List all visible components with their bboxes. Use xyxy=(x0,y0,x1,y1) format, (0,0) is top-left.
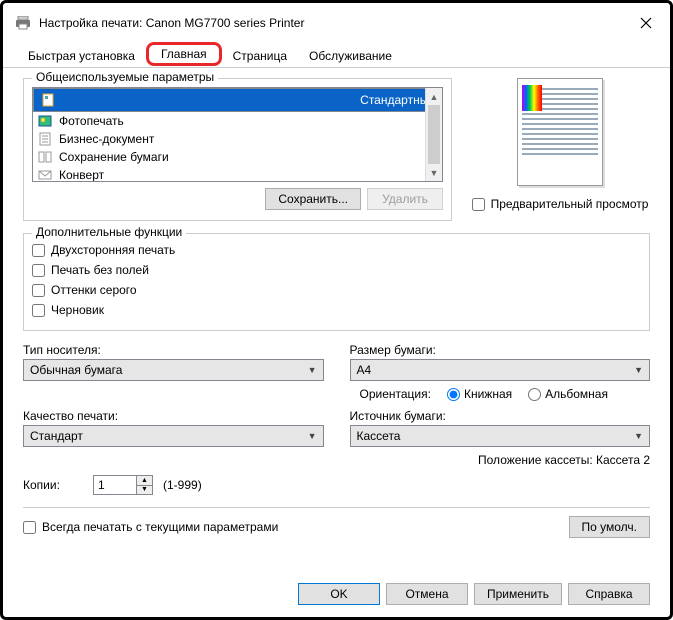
document-icon xyxy=(40,92,56,108)
tab-page[interactable]: Страница xyxy=(222,44,298,68)
cancel-button[interactable]: Отмена xyxy=(386,583,468,605)
media-type-label: Тип носителя: xyxy=(23,343,324,357)
envelope-icon xyxy=(37,167,53,182)
chevron-down-icon: ▼ xyxy=(308,431,317,441)
apply-button[interactable]: Применить xyxy=(474,583,562,605)
profiles-listbox[interactable]: Стандартные Фотопечать Бизнес-документ xyxy=(32,87,443,182)
grayscale-checkbox[interactable] xyxy=(32,284,45,297)
copies-label: Копии: xyxy=(23,478,83,492)
copies-spinner[interactable]: ▲ ▼ xyxy=(93,475,153,495)
paper-preview xyxy=(517,78,603,186)
delete-profile-button[interactable]: Удалить xyxy=(367,188,443,210)
copies-input[interactable] xyxy=(94,476,136,494)
orientation-portrait[interactable]: Книжная xyxy=(447,387,512,401)
tab-strip: Быстрая установка Главная Страница Обслу… xyxy=(3,43,670,68)
profile-item-paper-save[interactable]: Сохранение бумаги xyxy=(33,148,442,166)
scroll-thumb[interactable] xyxy=(428,105,440,164)
spin-down-icon[interactable]: ▼ xyxy=(137,486,152,495)
tab-content: Общеиспользуемые параметры Стандартные Ф… xyxy=(3,68,670,552)
defaults-button[interactable]: По умолч. xyxy=(569,516,650,538)
duplex-row[interactable]: Двухсторонняя печать xyxy=(32,240,641,260)
profiles-legend: Общеиспользуемые параметры xyxy=(32,70,218,84)
pages-icon xyxy=(37,149,53,165)
tab-quick-setup[interactable]: Быстрая установка xyxy=(17,44,146,68)
preview-checkbox-row[interactable]: Предварительный просмотр xyxy=(472,194,649,214)
dialog-footer: OK Отмена Применить Справка xyxy=(298,583,650,605)
duplex-checkbox[interactable] xyxy=(32,244,45,257)
help-button[interactable]: Справка xyxy=(568,583,650,605)
cassette-position-note: Положение кассеты: Кассета 2 xyxy=(350,453,651,467)
paper-source-select[interactable]: Кассета ▼ xyxy=(350,425,651,447)
close-icon xyxy=(640,17,652,29)
printer-icon xyxy=(15,16,31,30)
paper-size-select[interactable]: A4 ▼ xyxy=(350,359,651,381)
listbox-scrollbar[interactable]: ▲ ▼ xyxy=(425,88,442,181)
preview-column: Предварительный просмотр xyxy=(470,78,650,214)
additional-functions-legend: Дополнительные функции xyxy=(32,225,186,239)
profile-item-envelope[interactable]: Конверт xyxy=(33,166,442,182)
draft-checkbox[interactable] xyxy=(32,304,45,317)
chevron-down-icon: ▼ xyxy=(634,365,643,375)
scroll-down-icon[interactable]: ▼ xyxy=(426,164,442,181)
additional-functions-group: Дополнительные функции Двухсторонняя печ… xyxy=(23,233,650,331)
spin-up-icon[interactable]: ▲ xyxy=(137,476,152,486)
photo-icon xyxy=(37,113,53,129)
borderless-row[interactable]: Печать без полей xyxy=(32,260,641,280)
chevron-down-icon: ▼ xyxy=(308,365,317,375)
title-bar: Настройка печати: Canon MG7700 series Pr… xyxy=(3,3,670,43)
window-title: Настройка печати: Canon MG7700 series Pr… xyxy=(39,16,634,30)
print-quality-label: Качество печати: xyxy=(23,409,324,423)
scroll-up-icon[interactable]: ▲ xyxy=(426,88,442,105)
paper-source-label: Источник бумаги: xyxy=(350,409,651,423)
tab-main[interactable]: Главная xyxy=(146,42,222,66)
draft-row[interactable]: Черновик xyxy=(32,300,641,320)
always-print-checkbox[interactable] xyxy=(23,521,36,534)
orientation-label: Ориентация: xyxy=(360,387,431,401)
print-quality-select[interactable]: Стандарт ▼ xyxy=(23,425,324,447)
borderless-checkbox[interactable] xyxy=(32,264,45,277)
profile-item-business[interactable]: Бизнес-документ xyxy=(33,130,442,148)
profiles-group: Общеиспользуемые параметры Стандартные Ф… xyxy=(23,78,452,221)
separator xyxy=(23,507,650,508)
orientation-landscape[interactable]: Альбомная xyxy=(528,387,608,401)
dialog-window: Настройка печати: Canon MG7700 series Pr… xyxy=(0,0,673,620)
always-print-row[interactable]: Всегда печатать с текущими параметрами xyxy=(23,517,278,537)
close-button[interactable] xyxy=(634,11,658,35)
tab-service[interactable]: Обслуживание xyxy=(298,44,403,68)
copies-range: (1-999) xyxy=(163,478,202,492)
document-lines-icon xyxy=(37,131,53,147)
grayscale-row[interactable]: Оттенки серого xyxy=(32,280,641,300)
ok-button[interactable]: OK xyxy=(298,583,380,605)
preview-checkbox-label: Предварительный просмотр xyxy=(491,197,649,211)
color-block-icon xyxy=(522,85,542,111)
chevron-down-icon: ▼ xyxy=(634,431,643,441)
profile-item-standard[interactable]: Стандартные xyxy=(33,88,442,112)
preview-checkbox[interactable] xyxy=(472,198,485,211)
paper-size-label: Размер бумаги: xyxy=(350,343,651,357)
media-type-select[interactable]: Обычная бумага ▼ xyxy=(23,359,324,381)
save-profile-button[interactable]: Сохранить... xyxy=(265,188,361,210)
profile-item-photo[interactable]: Фотопечать xyxy=(33,112,442,130)
